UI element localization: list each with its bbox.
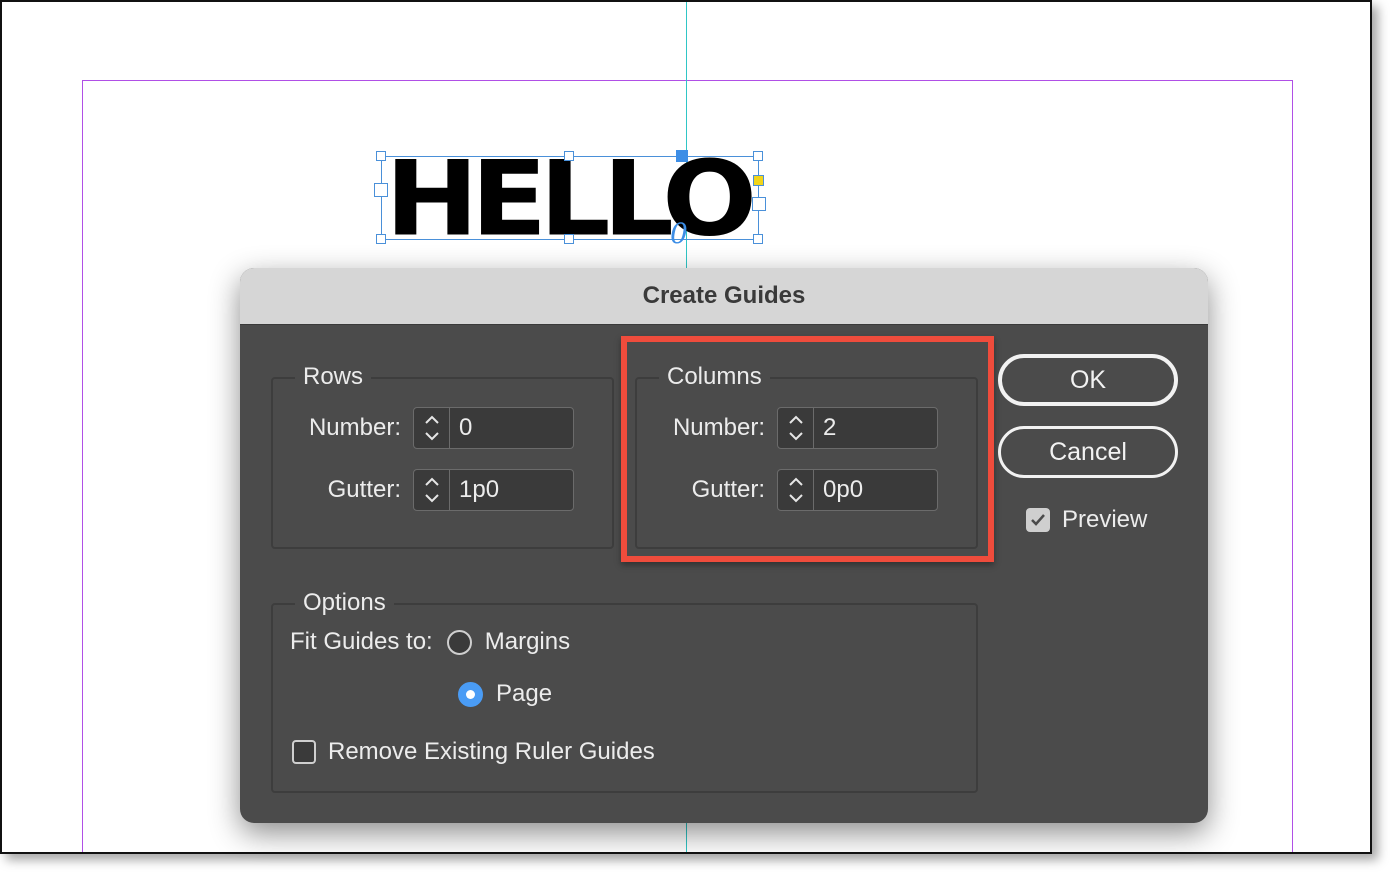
- frame-handle-middle-right[interactable]: [752, 197, 766, 211]
- frame-handle-bottom-left[interactable]: [376, 234, 386, 244]
- remove-existing-guides-label[interactable]: Remove Existing Ruler Guides: [328, 738, 655, 766]
- dialog-titlebar[interactable]: Create Guides: [240, 268, 1208, 325]
- columns-highlight-box: [621, 336, 994, 562]
- ok-button[interactable]: OK: [998, 354, 1178, 406]
- options-group-label: Options: [295, 589, 394, 617]
- fit-page-label[interactable]: Page: [496, 680, 552, 708]
- fit-guides-label: Fit Guides to:: [290, 628, 433, 655]
- preview-label[interactable]: Preview: [1062, 506, 1147, 534]
- preview-checkbox[interactable]: [1026, 508, 1050, 532]
- text-frame-selection[interactable]: [381, 156, 759, 240]
- frame-handle-top-right[interactable]: [753, 151, 763, 161]
- frame-handle-top-anchor[interactable]: [676, 150, 688, 162]
- fit-margins-label[interactable]: Margins: [485, 628, 570, 656]
- fit-page-radio[interactable]: [458, 681, 483, 707]
- frame-handle-bottom-right[interactable]: [753, 234, 763, 244]
- frame-out-port[interactable]: [753, 175, 764, 186]
- overset-glyph: 0: [670, 217, 688, 250]
- frame-in-port[interactable]: [374, 183, 388, 197]
- checkmark-icon: [1031, 514, 1045, 526]
- preview-row: Preview: [1026, 506, 1147, 534]
- rows-number-input[interactable]: 0: [450, 408, 573, 448]
- rows-number-field[interactable]: 0: [413, 407, 574, 449]
- rows-group-label: Rows: [295, 363, 372, 391]
- dialog-title: Create Guides: [642, 282, 806, 309]
- frame-handle-bottom-center[interactable]: [564, 234, 574, 244]
- rows-gutter-field[interactable]: 1p0: [413, 469, 574, 511]
- rows-gutter-row: Gutter: 1p0: [280, 469, 574, 511]
- remove-guides-row: Remove Existing Ruler Guides: [292, 738, 655, 766]
- frame-handle-top-center[interactable]: [564, 151, 574, 161]
- rows-number-row: Number: 0: [280, 407, 574, 449]
- up-down-chevron-icon: [424, 477, 439, 503]
- rows-gutter-input[interactable]: 1p0: [450, 470, 573, 510]
- rows-number-label: Number:: [308, 414, 401, 441]
- fit-guides-row: Fit Guides to: Margins: [290, 628, 570, 656]
- up-down-chevron-icon: [424, 415, 439, 441]
- rows-group: Rows: [271, 363, 614, 549]
- fit-page-row: Page: [458, 680, 552, 708]
- remove-existing-guides-checkbox[interactable]: [292, 740, 316, 764]
- frame-handle-top-left[interactable]: [376, 151, 386, 161]
- rows-gutter-label: Gutter:: [327, 476, 401, 503]
- fit-margins-radio[interactable]: [446, 629, 472, 655]
- rows-number-stepper[interactable]: [414, 408, 450, 448]
- rows-gutter-stepper[interactable]: [414, 470, 450, 510]
- cancel-button[interactable]: Cancel: [998, 426, 1178, 478]
